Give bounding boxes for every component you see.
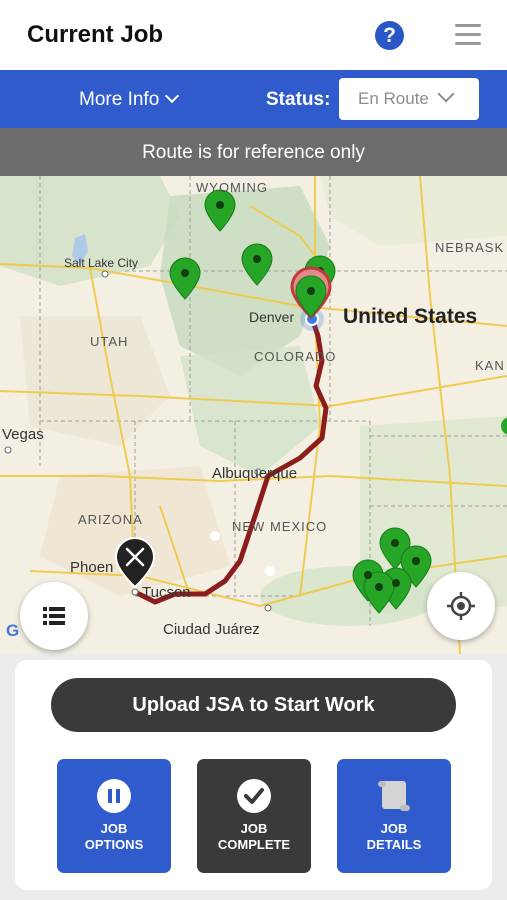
map-label-tucson: Tucson [142, 584, 191, 601]
my-location-button[interactable] [427, 572, 495, 640]
map-label-nebraska: NEBRASK [435, 240, 505, 255]
info-bar: More Info Status: En Route [0, 70, 507, 128]
map-label-denver: Denver [249, 309, 295, 325]
job-complete-button[interactable]: JOB COMPLETE [197, 759, 311, 873]
map-label-ciudad-juarez: Ciudad Juárez [163, 621, 260, 638]
map-label-salt-lake-city: Salt Lake City [64, 256, 139, 270]
map-label-colorado: COLORADO [254, 349, 337, 364]
map-label-las-vegas: Vegas [2, 426, 44, 443]
job-options-button[interactable]: JOB OPTIONS [57, 759, 171, 873]
job-details-label: JOB DETAILS [366, 821, 422, 852]
check-icon [237, 779, 271, 813]
google-logo: G [6, 621, 21, 640]
map-label-new-mexico: NEW MEXICO [232, 519, 328, 534]
map-label-utah: UTAH [90, 334, 129, 349]
help-icon[interactable]: ? [375, 21, 404, 50]
status-label: Status: [266, 89, 331, 110]
map-label-arizona: ARIZONA [78, 512, 143, 527]
list-icon [43, 607, 65, 625]
more-info-toggle[interactable]: More Info [79, 88, 180, 111]
job-details-button[interactable]: JOB DETAILS [337, 759, 451, 873]
status-dropdown[interactable]: En Route [339, 78, 479, 120]
more-info-label: More Info [79, 89, 160, 110]
crosshair-icon [447, 592, 475, 620]
hamburger-menu-icon[interactable] [455, 24, 481, 46]
scroll-icon [378, 781, 410, 811]
job-actions-card: Upload JSA to Start Work JOB OPTIONS JOB C… [15, 660, 492, 890]
upload-jsa-button[interactable]: Upload JSA to Start Work [51, 678, 456, 732]
status-value: En Route [358, 89, 429, 108]
job-complete-label: JOB COMPLETE [217, 821, 291, 852]
route-reference-banner: Route is for reference only [0, 128, 507, 176]
chevron-down-icon [437, 85, 455, 103]
app-header: Current Job ? [0, 0, 507, 70]
map-label-united-states: United States [343, 305, 478, 328]
map-label-wyoming: WYOMING [196, 180, 268, 195]
page-title: Current Job [27, 21, 164, 48]
pause-icon [97, 779, 131, 813]
map-label-phoenix: Phoen [70, 559, 114, 576]
chevron-down-icon [165, 88, 180, 104]
list-view-button[interactable] [20, 582, 88, 650]
map-label-kansas: KAN [475, 358, 505, 373]
job-options-label: JOB OPTIONS [84, 821, 144, 852]
map-label-albuquerque: Albuquerque [212, 465, 298, 482]
